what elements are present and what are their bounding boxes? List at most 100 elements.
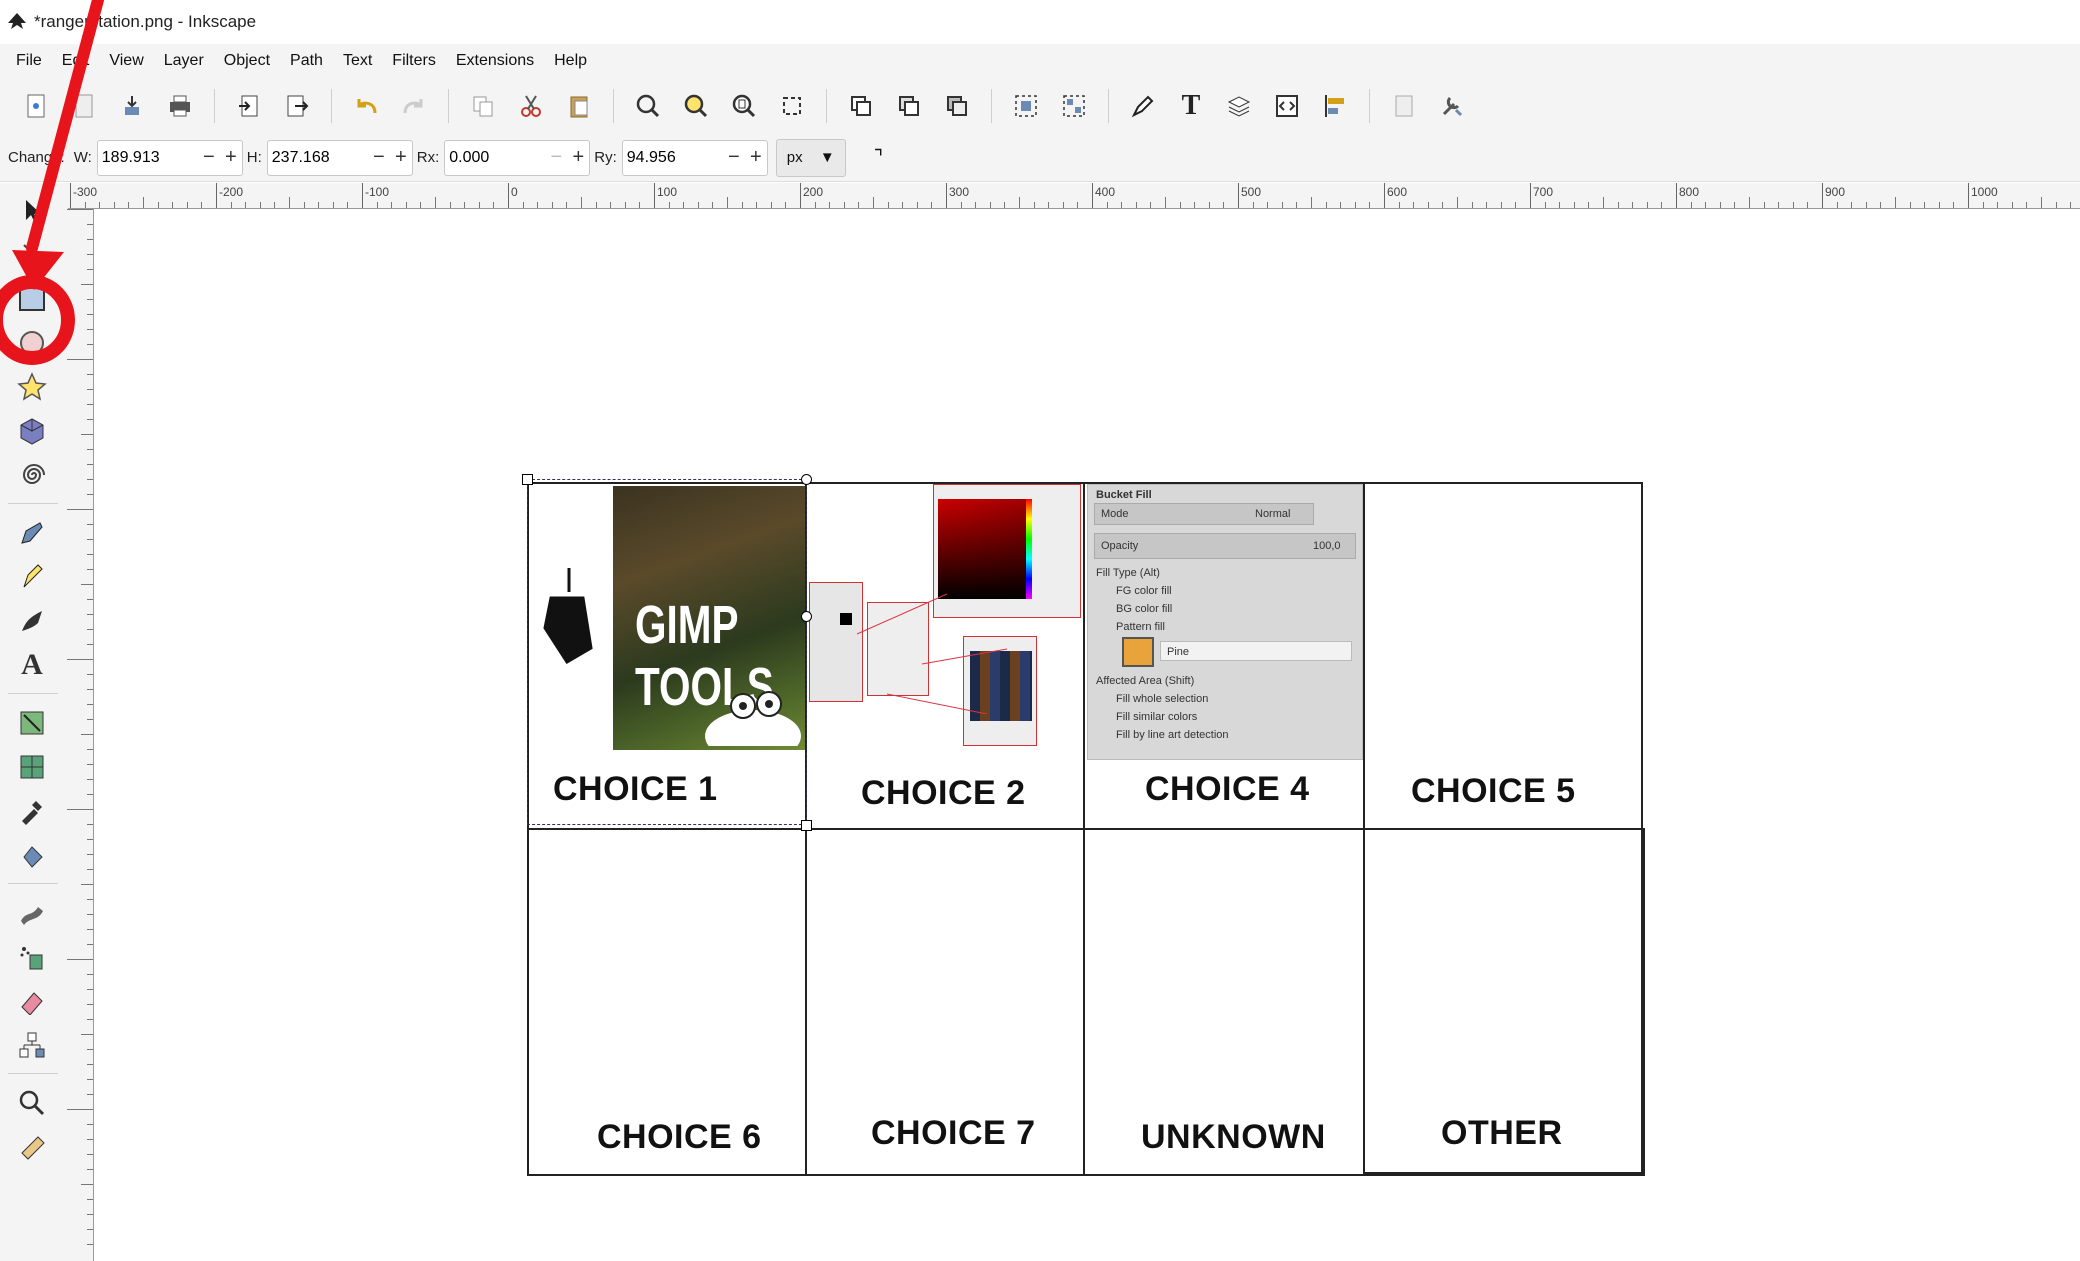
ellipse-tool-icon[interactable] xyxy=(12,323,52,363)
ruler-minor-tick xyxy=(405,202,407,208)
ry-input[interactable] xyxy=(622,140,723,175)
xml-editor-icon[interactable] xyxy=(1269,88,1305,124)
duplicate-icon[interactable] xyxy=(843,88,879,124)
export-icon[interactable] xyxy=(279,88,315,124)
zoom-drawing-icon[interactable] xyxy=(678,88,714,124)
cell-choice-6[interactable]: CHOICE 6 xyxy=(527,828,807,1176)
menu-extensions[interactable]: Extensions xyxy=(446,52,544,70)
rx-decrement-button[interactable]: − xyxy=(545,141,567,175)
cell-choice-4[interactable]: Bucket Fill Mode Normal Opacity 100,0 Fi… xyxy=(1083,482,1365,830)
ruler-tick xyxy=(87,1139,93,1140)
height-input[interactable] xyxy=(267,140,368,175)
ry-decrement-button[interactable]: − xyxy=(723,141,745,175)
import-icon[interactable] xyxy=(231,88,267,124)
radius-handle[interactable] xyxy=(801,474,812,485)
redo-icon[interactable] xyxy=(396,88,432,124)
connector-lines xyxy=(856,593,1008,714)
zoom-page-width-icon[interactable] xyxy=(774,88,810,124)
ruler-minor-tick xyxy=(1369,202,1371,208)
width-input[interactable] xyxy=(97,140,198,175)
height-increment-button[interactable]: + xyxy=(390,141,412,175)
undo-icon[interactable] xyxy=(348,88,384,124)
unlink-clone-icon[interactable] xyxy=(939,88,975,124)
unit-select[interactable]: px ▼ xyxy=(775,138,846,177)
menu-filters[interactable]: Filters xyxy=(382,52,446,70)
cell-label: CHOICE 5 xyxy=(1411,772,1576,810)
zoom-page-icon[interactable] xyxy=(726,88,762,124)
selector-tool-icon[interactable] xyxy=(12,191,52,231)
new-document-icon[interactable] xyxy=(18,88,54,124)
preferences-icon[interactable] xyxy=(1434,88,1470,124)
not-rounded-corners-icon[interactable]: ⌝ xyxy=(874,145,883,170)
3d-box-tool-icon[interactable] xyxy=(12,411,52,451)
menu-view[interactable]: View xyxy=(99,52,153,70)
height-decrement-button[interactable]: − xyxy=(368,141,390,175)
rx-input[interactable] xyxy=(445,140,546,175)
cell-choice-5[interactable]: CHOICE 5 xyxy=(1363,482,1643,830)
mesh-tool-icon[interactable] xyxy=(12,747,52,787)
copy-icon[interactable] xyxy=(465,88,501,124)
resize-handle[interactable] xyxy=(801,820,812,831)
node-tool-icon[interactable] xyxy=(12,233,52,273)
drawing-canvas[interactable]: GIMP TOOLS CHOICE 1 CHOICE 2 Bucket Fill… xyxy=(95,210,2080,1261)
ruler-major-tick xyxy=(70,183,71,208)
rx-increment-button[interactable]: + xyxy=(567,141,589,175)
menu-file[interactable]: File xyxy=(6,52,52,70)
ruler-minor-tick xyxy=(551,202,553,208)
clone-icon[interactable] xyxy=(891,88,927,124)
ruler-minor-tick xyxy=(522,202,524,208)
group-icon[interactable] xyxy=(1008,88,1044,124)
align-distribute-icon[interactable] xyxy=(1317,88,1353,124)
document-properties-icon[interactable] xyxy=(1386,88,1422,124)
open-document-icon[interactable] xyxy=(66,88,102,124)
menu-layer[interactable]: Layer xyxy=(154,52,214,70)
ruler-tick xyxy=(81,584,93,585)
width-increment-button[interactable]: + xyxy=(220,141,242,175)
pencil-tool-icon[interactable] xyxy=(12,513,52,553)
cell-choice-1[interactable]: GIMP TOOLS CHOICE 1 xyxy=(527,482,807,830)
menu-path[interactable]: Path xyxy=(280,52,333,70)
menu-text[interactable]: Text xyxy=(333,52,382,70)
resize-handle[interactable] xyxy=(522,474,533,485)
zoom-tool-icon[interactable] xyxy=(12,1083,52,1123)
radius-handle[interactable] xyxy=(801,611,812,622)
ruler-label: 300 xyxy=(949,185,970,199)
text-font-icon[interactable]: T xyxy=(1173,88,1209,124)
ry-increment-button[interactable]: + xyxy=(745,141,767,175)
cell-choice-2[interactable]: CHOICE 2 xyxy=(805,482,1085,830)
measure-tool-icon[interactable] xyxy=(12,1127,52,1167)
paint-bucket-tool-icon[interactable] xyxy=(12,835,52,875)
cell-other[interactable]: OTHER xyxy=(1363,828,1645,1176)
ungroup-icon[interactable] xyxy=(1056,88,1092,124)
ruler-tick xyxy=(87,899,93,900)
ruler-tick xyxy=(87,239,93,240)
ruler-minor-tick xyxy=(376,202,378,208)
rectangle-tool-icon[interactable] xyxy=(12,278,52,318)
cut-icon[interactable] xyxy=(513,88,549,124)
fill-stroke-icon[interactable] xyxy=(1125,88,1161,124)
pen-tool-icon[interactable] xyxy=(12,557,52,597)
spray-tool-icon[interactable] xyxy=(12,937,52,977)
eraser-tool-icon[interactable] xyxy=(12,981,52,1021)
ruler-minor-tick xyxy=(347,202,349,208)
save-icon[interactable] xyxy=(114,88,150,124)
tweak-tool-icon[interactable] xyxy=(12,893,52,933)
dropper-tool-icon[interactable] xyxy=(12,791,52,831)
print-icon[interactable] xyxy=(162,88,198,124)
menu-object[interactable]: Object xyxy=(214,52,280,70)
cell-unknown[interactable]: UNKNOWN xyxy=(1083,828,1365,1176)
menu-edit[interactable]: Edit xyxy=(52,52,100,70)
layers-icon[interactable] xyxy=(1221,88,1257,124)
paste-icon[interactable] xyxy=(561,88,597,124)
cell-choice-7[interactable]: CHOICE 7 xyxy=(805,828,1085,1176)
menu-help[interactable]: Help xyxy=(544,52,597,70)
ruler-minor-tick xyxy=(143,197,144,208)
star-tool-icon[interactable] xyxy=(12,367,52,407)
text-tool-icon[interactable]: A xyxy=(12,645,52,685)
width-decrement-button[interactable]: − xyxy=(198,141,220,175)
zoom-selection-icon[interactable] xyxy=(630,88,666,124)
spiral-tool-icon[interactable] xyxy=(12,455,52,495)
gradient-tool-icon[interactable] xyxy=(12,703,52,743)
connector-tool-icon[interactable] xyxy=(12,1025,52,1065)
calligraphy-tool-icon[interactable] xyxy=(12,601,52,641)
